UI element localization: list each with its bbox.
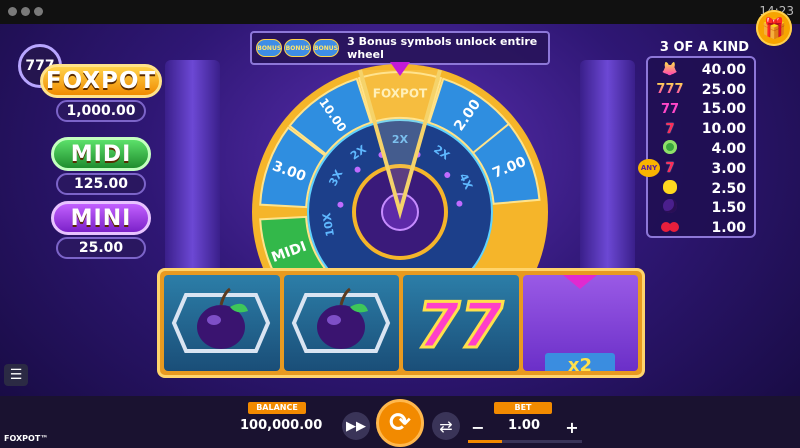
paytable-value: 1.00 [711,220,746,237]
mini-jackpot: MINI 25.00 [40,201,162,259]
gift-icon[interactable]: 🎁 [756,10,792,46]
paytable-row: 777 25.00 [648,80,754,100]
wheel-gem [337,201,344,208]
fox-seven-icon: 🦊 [648,62,692,77]
midi-jackpot: MIDI 125.00 [40,137,162,195]
paytable-row: 1.00 [648,218,754,238]
double-seven-icon: 77 [415,288,505,364]
paytable-value: 25.00 [701,81,746,98]
paytable-value: 10.00 [701,121,746,138]
paytable-value: 40.00 [701,61,746,78]
mini-label: MINI [51,201,151,235]
wheel-gem [354,166,361,173]
paytable-value: 15.00 [701,101,746,118]
refresh-button[interactable]: ⇄ [432,412,460,440]
reel-3: 77 [403,275,519,371]
reel-4: x2 [522,275,638,371]
paytable-value: 3.00 [711,160,746,177]
paytable-row: 4.00 [648,139,754,159]
bet-label: BET [494,402,552,414]
midi-value: 125.00 [56,173,146,195]
paytable-row: ANY 7 3.00 [638,158,754,179]
bet-slider-fill [468,440,503,443]
menu-icon[interactable]: ☰ [4,364,28,386]
play-fast-icon: ▶▶ [346,418,366,434]
wheel-gem [456,200,463,207]
single-seven-icon: 7 [665,121,675,137]
reel-2 [283,275,399,371]
multiplier-icon: x2 [544,275,615,371]
brand-label: FOXPOT™ [4,434,49,443]
bonus-chip: BONUS [256,39,283,57]
paytable-row: 2.50 [648,179,754,199]
paytable-title: 3 OF A KIND [659,40,750,55]
bonus-banner: BONUS BONUS BONUS 3 Bonus symbols unlock… [250,31,550,65]
window-dots [8,7,43,16]
wheel-gem [444,172,451,179]
paytable: 🦊 40.00 777 25.00 77 15.00 7 10.00 4.00 … [638,56,756,238]
pillar-right [580,60,635,280]
bet-decrease-button[interactable]: − [468,417,488,437]
paytable-value: 4.00 [711,141,746,158]
paytable-row: 7 10.00 [648,119,754,139]
plum-icon [171,287,271,353]
paytable-row: 1.50 [648,199,754,219]
svg-text:x2: x2 [567,355,591,371]
double-seven-icon: 77 [660,101,680,117]
game-stage: 14:23 🎁 777 FOXPOT 1,000.00 MIDI 125.00 … [0,0,800,448]
paytable-value: 1.50 [711,200,746,217]
foxpot-label: FOXPOT [40,64,162,98]
midi-label: MIDI [51,137,151,171]
cherry-icon [648,221,692,236]
any-badge: ANY [638,158,660,177]
paytable-row: 🦊 40.00 [648,60,754,80]
bonus-chip: BONUS [312,39,340,57]
banner-text: 3 Bonus symbols unlock entire wheel [347,35,538,61]
bet-slider-track[interactable] [468,440,582,443]
triple-seven-icon: 777 [648,82,692,97]
refresh-icon: ⇄ [439,416,453,436]
bet-value: 1.00 [507,418,541,433]
plum-icon [291,287,390,353]
spin-icon: ⟳ [389,408,411,438]
lemon-icon [648,179,692,198]
foxpot-jackpot: FOXPOT 1,000.00 [40,64,162,122]
pillar-left [165,60,220,280]
reel-1 [164,275,280,371]
autoplay-button[interactable]: ▶▶ [342,412,370,440]
balance-label: BALANCE [248,402,306,414]
paytable-value: 2.50 [711,180,746,197]
reels: 77 x2 [157,268,645,378]
spin-button[interactable]: ⟳ [376,399,424,447]
bet-increase-button[interactable]: + [562,417,582,437]
status-bar: 14:23 [0,0,800,24]
bonus-chip: BONUS [284,39,311,57]
bonus-wheel: 10.00FOXPOT2.007.003.00MIDI 2X2X4X2X3X10… [252,62,548,272]
svg-text:77: 77 [417,289,504,362]
plum-icon [648,199,692,217]
balance-value: 100,000.00 [240,418,323,433]
foxpot-value: 1,000.00 [56,100,146,122]
paytable-row: 77 15.00 [648,100,754,120]
mini-value: 25.00 [56,237,146,259]
watermelon-icon [648,140,692,158]
